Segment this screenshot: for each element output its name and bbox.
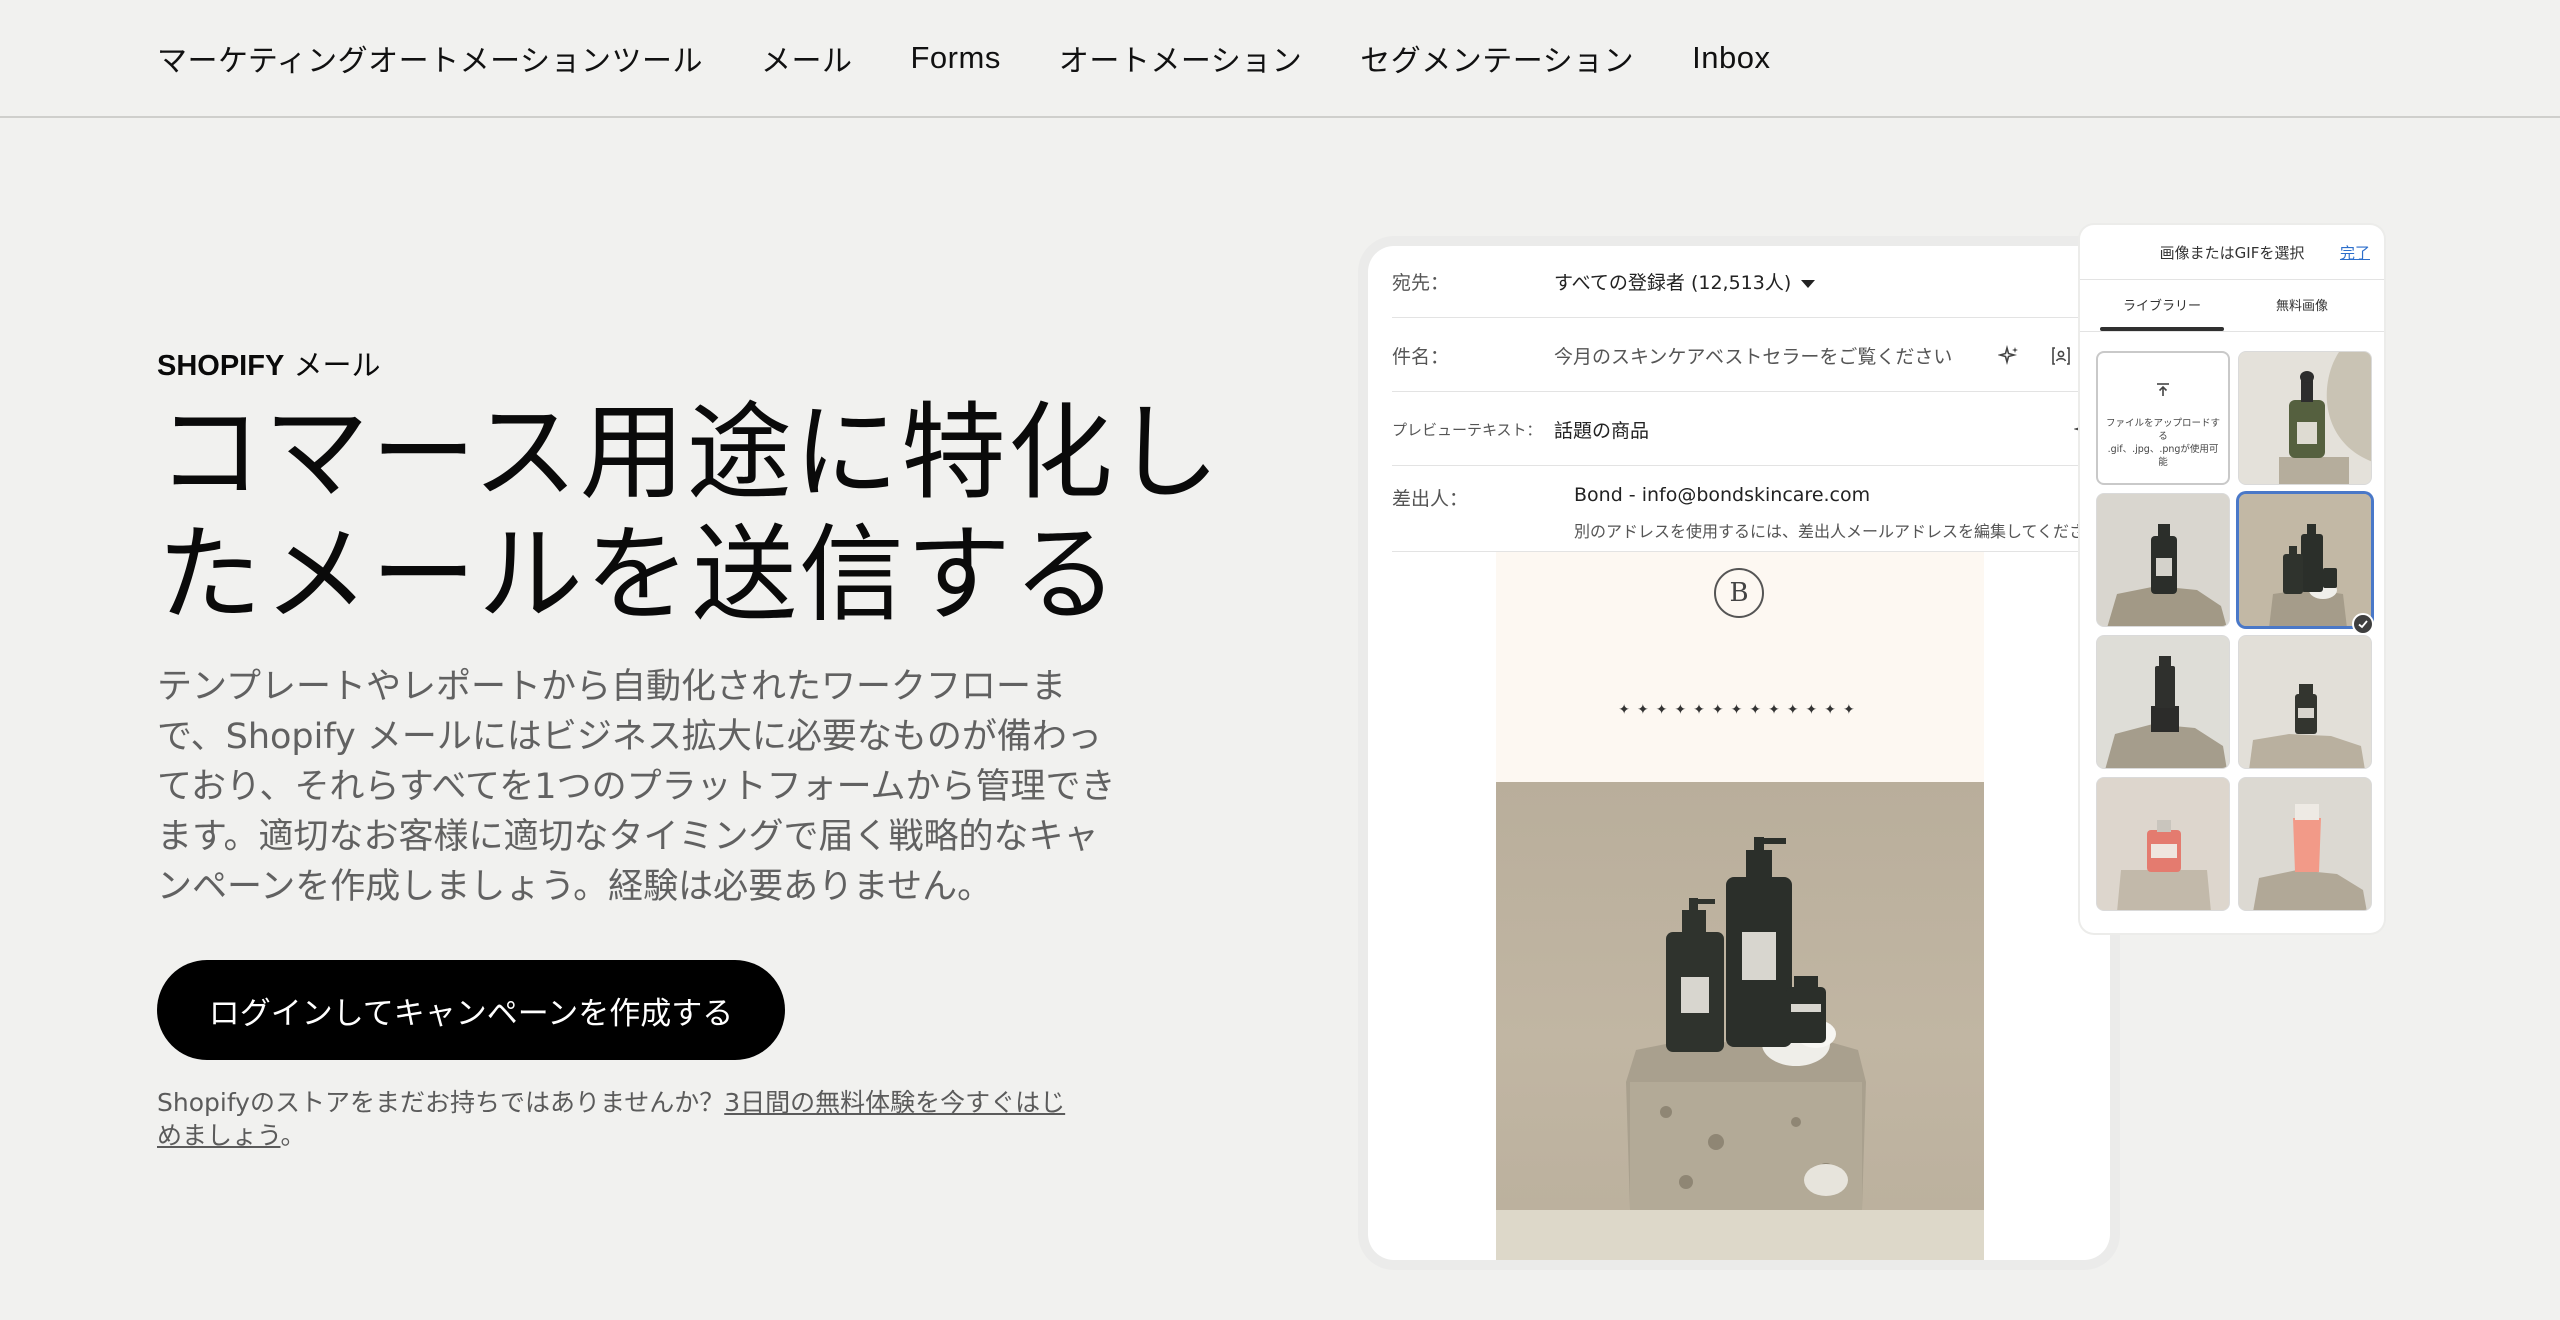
top-navigation: マーケティングオートメーションツール メール Forms オートメーション セグ… (0, 0, 2560, 118)
nav-item-email[interactable]: メール (761, 36, 853, 80)
sender-label: 差出人： (1392, 488, 1469, 510)
free-trial-note: Shopifyのストアをまだお持ちではありませんか？3日間の無料体験を今すぐはじ… (157, 1086, 1077, 1152)
image-tile[interactable] (2238, 777, 2372, 911)
tab-free-images[interactable]: 無料画像 (2240, 295, 2364, 314)
product-hero-image[interactable] (1496, 782, 1984, 1210)
nav-item-segmentation[interactable]: セグメンテーション (1360, 36, 1634, 80)
image-tile[interactable] (2096, 493, 2230, 627)
image-tile[interactable] (2096, 777, 2230, 911)
trial-suffix: 。 (280, 1121, 306, 1150)
image-tile-selected[interactable] (2238, 493, 2372, 627)
divider (2080, 279, 2384, 280)
personalize-icon[interactable] (2048, 343, 2074, 369)
upload-hint: .gif、.jpg、.pngが使用可能 (2107, 444, 2219, 468)
nav-item-forms[interactable]: Forms (911, 40, 1001, 76)
email-editor-preview: 宛先： すべての登録者 (12,513人) 件名： 今月のスキンケアベストセラー… (1368, 246, 2110, 1260)
email-content-canvas[interactable]: B ✦✦✦✦✦✦✦✦✦✦✦✦✦ (1496, 552, 1984, 1260)
preview-text-input[interactable]: 話題の商品 (1554, 416, 1649, 443)
image-picker-panel: 画像またはGIFを選択 完了 ライブラリー 無料画像 ファイルをアップロードする… (2080, 225, 2384, 933)
recipient-select[interactable]: すべての登録者 (12,513人) (1554, 268, 1816, 295)
black-tube-thumbnail (2097, 636, 2229, 768)
recipient-row: 宛先： すべての登録者 (12,513人) (1392, 246, 2110, 318)
brand-logo: B (1714, 568, 1764, 618)
recipient-label: 宛先： (1392, 272, 1450, 294)
bottle-group-thumbnail (2239, 494, 2371, 626)
subject-row: 件名： 今月のスキンケアベストセラーをご覧ください (1392, 320, 2110, 392)
check-icon (2352, 613, 2374, 635)
upload-file-tile[interactable]: ファイルをアップロードする .gif、.jpg、.pngが使用可能 (2096, 351, 2230, 485)
picker-title: 画像またはGIFを選択 (2159, 244, 2305, 262)
image-tile[interactable] (2238, 351, 2372, 485)
dropper-bottle-thumbnail (2239, 352, 2371, 484)
upload-arrow-icon (2098, 381, 2228, 404)
decorative-sparkle-divider: ✦✦✦✦✦✦✦✦✦✦✦✦✦ (1618, 702, 1862, 718)
trial-prefix: Shopifyのストアをまだお持ちではありませんか？ (157, 1088, 725, 1117)
image-tile[interactable] (2096, 635, 2230, 769)
headline-line-1: コマース用途に特化し (157, 392, 1222, 514)
upload-instructions: ファイルをアップロードする .gif、.jpg、.pngが使用可能 (2104, 417, 2222, 469)
coral-tube-thumbnail (2239, 778, 2371, 910)
magic-sparkle-icon[interactable] (1996, 343, 2022, 369)
hero-headline: コマース用途に特化し たメールを送信する (157, 392, 1297, 636)
image-tile[interactable] (2238, 635, 2372, 769)
divider (2080, 331, 2384, 332)
login-create-campaign-button[interactable]: ログインしてキャンペーンを作成する (157, 960, 785, 1060)
pink-bottle-thumbnail (2097, 778, 2229, 910)
image-footer-band (1496, 1210, 1984, 1260)
sender-row: 差出人： Bond - info@bondskincare.com 別のアドレス… (1392, 468, 2110, 552)
tab-library[interactable]: ライブラリー (2100, 295, 2224, 314)
preview-text-row: プレビューテキスト： 話題の商品 (1392, 394, 2110, 466)
nav-item-inbox[interactable]: Inbox (1692, 40, 1770, 76)
caret-down-icon (1801, 279, 1816, 288)
section-eyebrow: SHOPIFY メール (157, 342, 381, 384)
nav-item-marketing-automation[interactable]: マーケティングオートメーションツール (157, 36, 703, 80)
upload-title: ファイルをアップロードする (2105, 418, 2220, 442)
preview-text-label: プレビューテキスト： (1392, 421, 1542, 439)
eyebrow-suffix: メール (284, 348, 381, 382)
subject-label: 件名： (1392, 346, 1450, 368)
subject-input[interactable]: 今月のスキンケアベストセラーをご覧ください (1554, 342, 1952, 369)
recipient-value: すべての登録者 (12,513人) (1554, 272, 1792, 294)
black-bottle-thumbnail (2097, 494, 2229, 626)
eyebrow-brand: SHOPIFY (157, 350, 285, 382)
picker-done-button[interactable]: 完了 (2340, 242, 2370, 263)
sender-help-text: 別のアドレスを使用するには、差出人メールアドレスを編集してください (1574, 522, 2102, 541)
hero-description: テンプレートやレポートから自動化されたワークフローまで、Shopify メールに… (157, 667, 1116, 907)
skincare-bottles-illustration (1626, 837, 1866, 1210)
headline-line-2: たメールを送信する (157, 514, 1121, 636)
sender-input[interactable]: Bond - info@bondskincare.com (1574, 484, 1870, 506)
nav-item-automation[interactable]: オートメーション (1059, 36, 1302, 80)
dark-jar-thumbnail (2239, 636, 2371, 768)
